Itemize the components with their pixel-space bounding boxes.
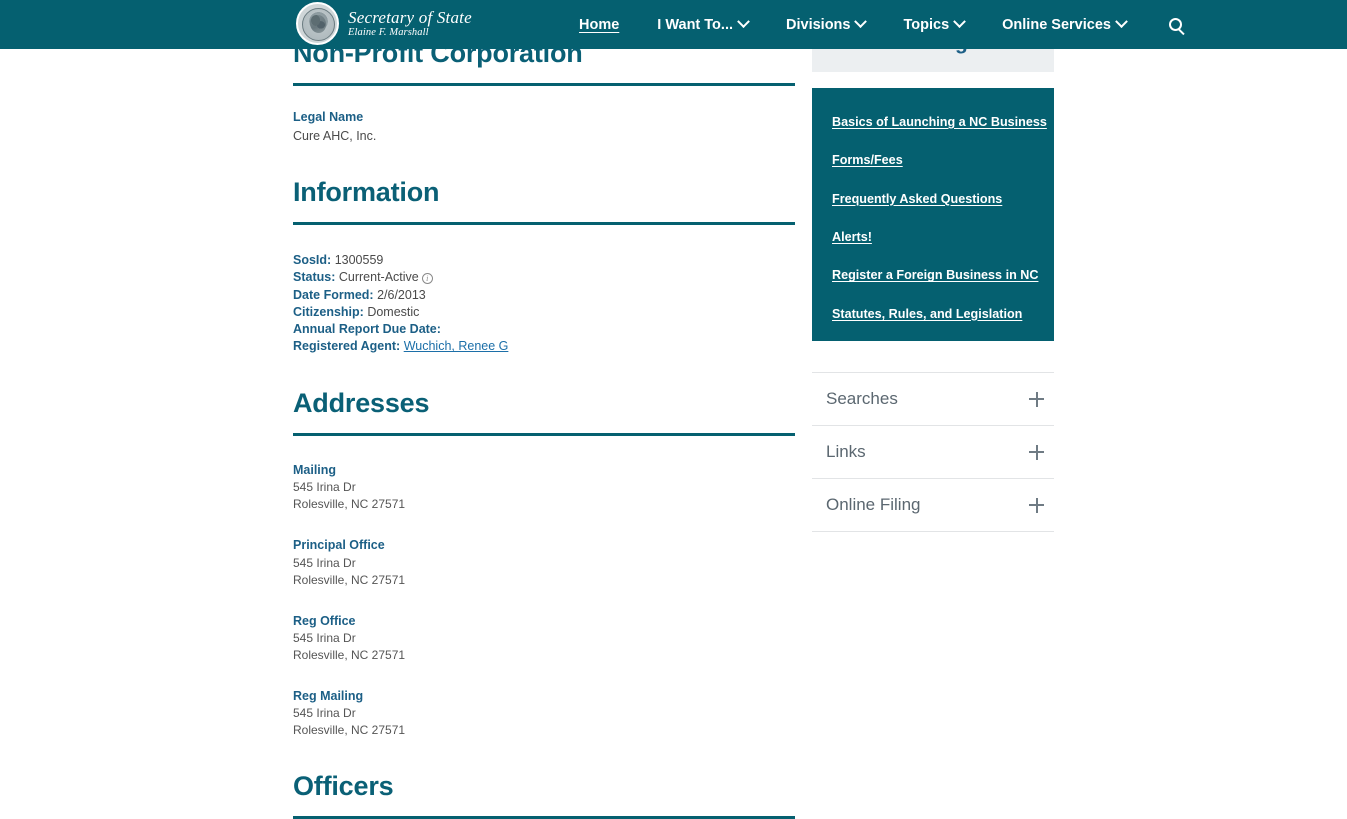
accordion-item-links[interactable]: Links [812,426,1054,479]
chevron-down-icon [854,15,868,29]
nav-label-home: Home [579,16,620,33]
address-street-mailing: 545 Irina Dr [293,480,356,495]
info-row-citizenship: Citizenship: Domestic [293,304,795,321]
info-value-citizenship: Domestic [367,304,420,319]
registered-agent-link[interactable]: Wuchich, Renee G [404,339,509,353]
main-content: Non-Profit Corporation Legal Name Cure A… [293,38,795,819]
officers-heading: Officers [293,771,394,802]
address-block-reg-office: Reg Office 545 Irina Dr Rolesville, NC 2… [293,612,795,664]
address-citystatezip-principal-office: Rolesville, NC 27571 [293,572,406,587]
sidebar-link-basics[interactable]: Basics of Launching a NC Business [832,114,1047,130]
accordion-label-links: Links [826,442,866,461]
info-row-date-formed: Date Formed: 2/6/2013 [293,287,795,304]
info-value-date-formed: 2/6/2013 [377,287,426,302]
site-header: Secretary of State Elaine F. Marshall Ho… [0,0,1347,49]
accordion-label-searches: Searches [826,389,898,408]
chevron-down-icon [1115,15,1128,29]
address-citystatezip-mailing: Rolesville, NC 27571 [293,497,406,512]
brand-title: Secretary of State [348,8,472,28]
sidebar-link-statutes-rules-legislation[interactable]: Statutes, Rules, and Legislation [832,306,1034,322]
address-type-mailing: Mailing [293,463,337,478]
legal-name-label: Legal Name [293,109,364,124]
sidebar-link-faq[interactable]: Frequently Asked Questions [832,191,1034,207]
info-row-registered-agent: Registered Agent: Wuchich, Renee G [293,338,795,355]
search-button[interactable] [1155,0,1196,49]
plus-icon[interactable] [1029,497,1044,513]
accordion-label-online-filing: Online Filing [826,495,921,514]
addresses-list: Mailing 545 Irina Dr Rolesville, NC 2757… [293,461,795,739]
info-value-status: Current-Active [338,270,419,285]
address-street-reg-mailing: 545 Irina Dr [293,705,356,720]
brand-subtitle: Elaine F. Marshall [348,26,429,38]
address-street-reg-office: 545 Irina Dr [293,630,356,645]
business-registration-link-panel: Basics of Launching a NC Business Forms/… [812,88,1054,341]
info-row-status: Status: Current-Active i [293,269,795,286]
info-circle-icon[interactable]: i [421,273,433,285]
addresses-heading: Addresses [293,388,430,419]
sidebar-link-register-foreign-business[interactable]: Register a Foreign Business in NC [832,267,1038,283]
address-type-reg-office: Reg Office [293,613,356,628]
sidebar-link-forms-fees[interactable]: Forms/Fees [832,152,1034,168]
information-divider [293,222,795,226]
address-type-reg-mailing: Reg Mailing [293,688,364,703]
sidebar-accordion: Searches Links Online Filing [812,372,1054,532]
nav-label-i-want-to: I Want To... [657,16,734,33]
address-block-mailing: Mailing 545 Irina Dr Rolesville, NC 2757… [293,461,795,513]
nav-item-home[interactable]: Home [560,0,638,49]
plus-icon[interactable] [1029,444,1044,460]
information-list: SosId: 1300559 Status: Current-Active i D… [293,252,795,355]
nav-item-topics[interactable]: Topics [884,0,983,49]
brand-text: Secretary of State Elaine F. Marshall [348,8,472,38]
accordion-item-online-filing[interactable]: Online Filing [812,479,1054,532]
brand-logo[interactable]: Secretary of State Elaine F. Marshall [296,2,472,45]
chevron-down-icon [953,15,967,29]
info-label-status: Status: [293,270,336,285]
nav-item-divisions[interactable]: Divisions [767,0,884,49]
nav-label-online-services: Online Services [1002,16,1111,33]
info-row-annual-report-due-date: Annual Report Due Date: [293,321,795,338]
address-citystatezip-reg-mailing: Rolesville, NC 27571 [293,723,406,738]
info-value-sosid: 1300559 [334,253,384,268]
primary-navigation: Home I Want To... Divisions Topics Onlin… [560,0,1196,49]
nav-label-topics: Topics [903,16,950,33]
info-label-citizenship: Citizenship: [293,304,364,319]
address-street-principal-office: 545 Irina Dr [293,555,356,570]
address-block-principal-office: Principal Office 545 Irina Dr Rolesville… [293,536,795,588]
sidebar-link-alerts[interactable]: Alerts! [832,229,1034,245]
legal-name-value: Cure AHC, Inc. [293,128,377,143]
page-root: Business Registration Basics of Launchin… [0,0,1347,819]
search-icon [1168,18,1182,31]
nav-item-i-want-to[interactable]: I Want To... [638,0,767,49]
info-label-sosid: SosId: [293,253,332,268]
officers-divider [293,815,795,819]
information-heading: Information [293,177,440,208]
legal-name-block: Legal Name Cure AHC, Inc. [293,108,795,146]
info-label-registered-agent: Registered Agent: [293,339,401,354]
chevron-down-icon [737,15,750,29]
nav-item-online-services[interactable]: Online Services [983,0,1145,49]
title-divider [293,82,795,86]
address-block-reg-mailing: Reg Mailing 545 Irina Dr Rolesville, NC … [293,687,795,739]
info-label-date-formed: Date Formed: [293,287,374,302]
plus-icon[interactable] [1029,391,1044,407]
address-type-principal-office: Principal Office [293,538,385,553]
nav-label-divisions: Divisions [786,16,851,33]
info-row-sosid: SosId: 1300559 [293,252,795,269]
info-label-annual-report-due-date: Annual Report Due Date: [293,322,441,337]
address-citystatezip-reg-office: Rolesville, NC 27571 [293,647,406,662]
state-seal-icon [296,2,339,45]
addresses-divider [293,433,795,437]
accordion-item-searches[interactable]: Searches [812,373,1054,426]
